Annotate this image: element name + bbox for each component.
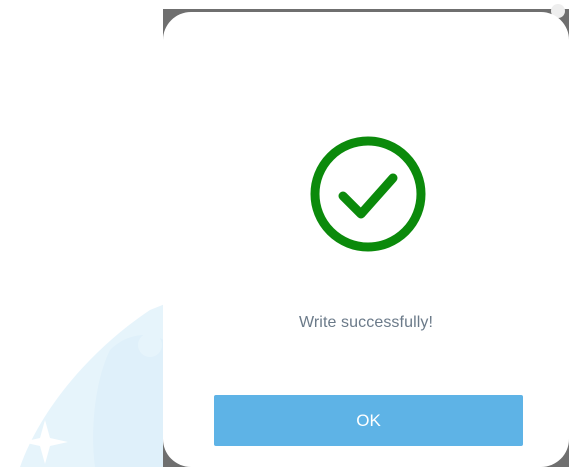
check-circle-icon — [310, 136, 426, 252]
screen: Write successfully! OK — [0, 0, 569, 467]
success-dialog: Write successfully! OK — [163, 12, 569, 467]
success-message: Write successfully! — [298, 314, 434, 331]
ok-button[interactable]: OK — [214, 395, 523, 446]
